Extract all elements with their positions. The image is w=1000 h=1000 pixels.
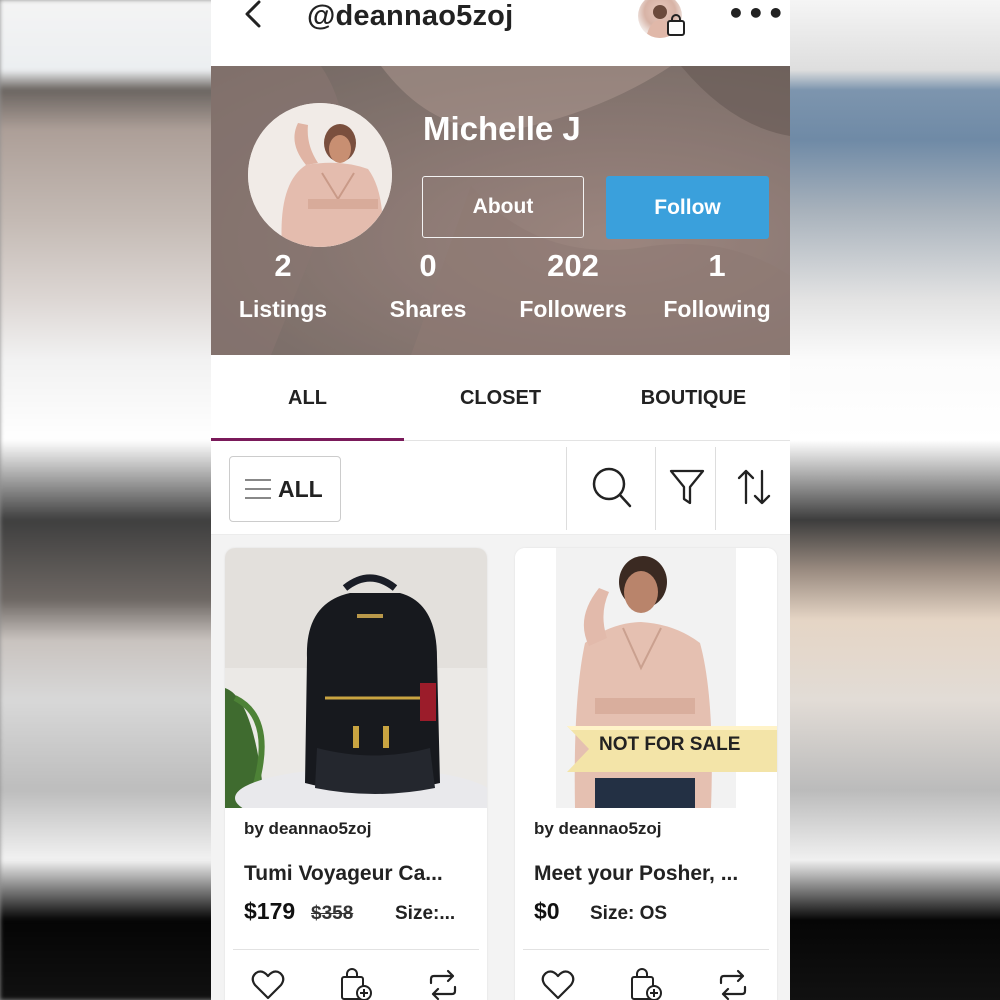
listing-card[interactable]: by deannao5zoj Tumi Voyageur Ca... $179 … — [225, 548, 487, 1000]
listing-price: $179 — [244, 898, 296, 924]
top-bar: @deannao5zoj ••• — [211, 0, 790, 66]
stat-following[interactable]: 1 Following — [652, 246, 782, 332]
heart-icon[interactable] — [251, 968, 285, 1000]
sort-arrows-icon[interactable] — [736, 465, 772, 513]
listing-original-price: $358 — [311, 903, 354, 924]
not-for-sale-badge: NOT FOR SALE — [599, 734, 741, 755]
stat-label: Shares — [389, 296, 467, 322]
follow-button[interactable]: Follow — [606, 176, 769, 239]
woman-pink-blouse-photo[interactable]: NOT FOR SALE — [515, 548, 777, 808]
stat-value: 0 — [419, 248, 437, 283]
listing-size: Size: OS — [590, 903, 668, 924]
profile-avatar[interactable] — [248, 103, 392, 247]
profile-header: Michelle J About Follow 2 Listings 0 Sha… — [211, 66, 790, 355]
tab-closet[interactable]: CLOSET — [404, 355, 597, 441]
back-chevron-icon[interactable] — [239, 0, 269, 30]
profile-name: Michelle J — [423, 110, 581, 147]
tab-boutique[interactable]: BOUTIQUE — [597, 355, 790, 441]
page-title-handle: @deannao5zoj — [307, 0, 514, 32]
blurred-background-right — [790, 0, 1000, 1000]
listing-card[interactable]: NOT FOR SALE by deannao5zoj Meet your Po… — [515, 548, 777, 1000]
listing-feed: by deannao5zoj Tumi Voyageur Ca... $179 … — [211, 535, 790, 1000]
stat-shares[interactable]: 0 Shares — [363, 246, 493, 332]
category-filter-button[interactable]: ALL — [229, 456, 341, 522]
stat-listings[interactable]: 2 Listings — [218, 246, 348, 332]
toolbar-divider — [655, 447, 656, 530]
toolbar-divider — [566, 447, 567, 530]
closet-tabs: ALL CLOSET BOUTIQUE — [211, 355, 790, 442]
stat-followers[interactable]: 202 Followers — [508, 246, 638, 332]
listing-title[interactable]: Meet your Posher, ... — [534, 862, 764, 886]
stat-label: Following — [663, 296, 771, 322]
stat-value: 1 — [708, 248, 726, 283]
bundle-bag-icon[interactable] — [339, 968, 373, 1000]
heart-icon[interactable] — [541, 968, 575, 1000]
stat-value: 202 — [547, 248, 599, 283]
share-repost-icon[interactable] — [716, 968, 750, 1000]
share-repost-icon[interactable] — [426, 968, 460, 1000]
listing-price: $0 — [534, 898, 560, 924]
listing-size: Size:... — [395, 903, 456, 924]
stat-label: Listings — [238, 296, 328, 322]
tab-all[interactable]: ALL — [211, 355, 404, 442]
search-icon[interactable] — [591, 465, 633, 513]
shopping-bag-icon[interactable] — [666, 14, 686, 36]
black-backpack-photo[interactable] — [225, 548, 487, 808]
stat-label: Followers — [519, 296, 627, 322]
filter-funnel-icon[interactable] — [669, 465, 705, 513]
stat-value: 2 — [274, 248, 292, 283]
listing-seller[interactable]: by deannao5zoj — [534, 819, 662, 839]
bundle-bag-icon[interactable] — [629, 968, 663, 1000]
more-dots-icon[interactable]: ••• — [727, 0, 787, 28]
category-filter-label: ALL — [278, 475, 323, 502]
card-divider — [233, 949, 479, 950]
listing-toolbar: ALL — [211, 441, 790, 535]
card-divider — [523, 949, 769, 950]
listing-seller[interactable]: by deannao5zoj — [244, 819, 372, 839]
about-button[interactable]: About — [422, 176, 584, 238]
listing-title[interactable]: Tumi Voyageur Ca... — [244, 862, 474, 886]
toolbar-divider — [715, 447, 716, 530]
menu-lines-icon — [244, 478, 272, 500]
app-screen: @deannao5zoj ••• Michelle J About Follow… — [211, 0, 790, 1000]
